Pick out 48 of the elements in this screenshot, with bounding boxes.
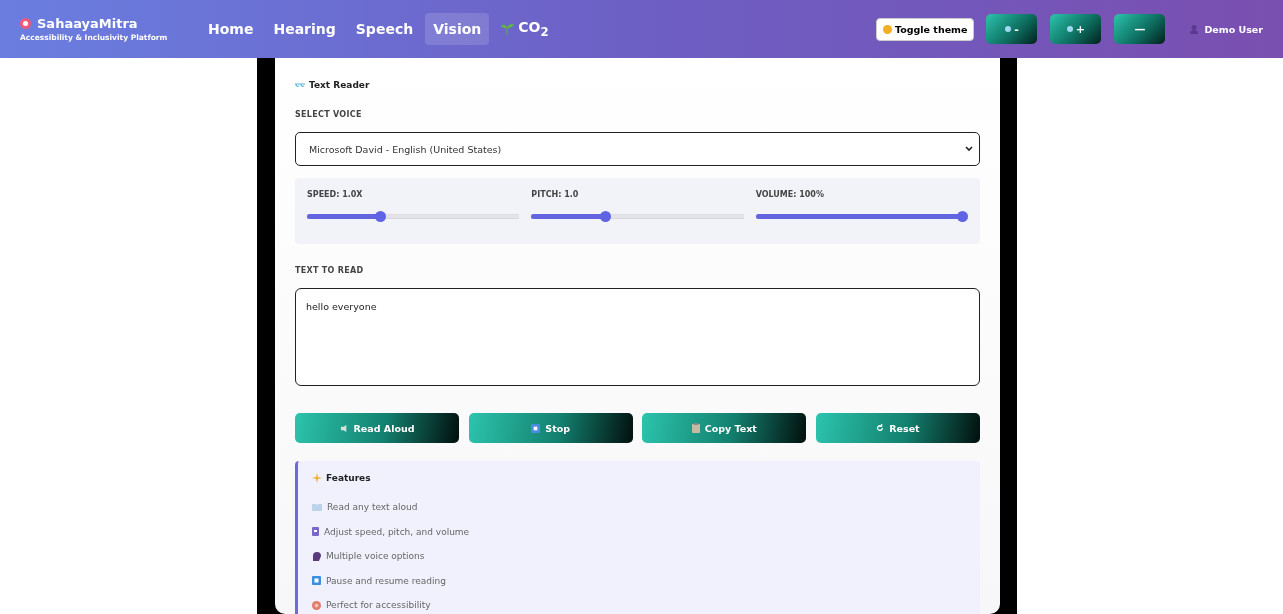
slider-label: VOLUME: 100%	[755, 190, 825, 199]
feature-item: Read any text aloud	[327, 502, 418, 513]
speaker-icon	[339, 423, 349, 433]
slider-thumb[interactable]	[599, 211, 611, 222]
nav-tab[interactable]: Hearing	[265, 13, 344, 45]
nav-tab[interactable]: Home	[200, 13, 262, 45]
slider-label: SPEED: 1.0X	[307, 190, 364, 199]
user-menu[interactable]: Demo User	[1190, 23, 1263, 35]
chevron-icon	[965, 146, 973, 152]
field-label: TEXT TO READ	[295, 266, 365, 275]
target-icon	[20, 18, 31, 29]
stop-icon	[531, 423, 541, 433]
action-button[interactable]: Reset	[815, 413, 980, 443]
glasses-icon	[295, 82, 305, 88]
nav-tab[interactable]: CO$_{2}$	[493, 13, 557, 45]
feature-item: Multiple voice options	[326, 551, 425, 562]
action-button[interactable]: Read Aloud	[295, 413, 459, 443]
features-title: Features	[326, 473, 371, 483]
slider-thumb[interactable]	[375, 211, 387, 222]
feature-item: Pause and resume reading	[326, 575, 446, 586]
slider-label: PITCH: 1.0	[531, 190, 580, 199]
feature-item: Perfect for accessibility	[326, 600, 431, 611]
zoom-out-button[interactable]: -	[986, 14, 1038, 44]
action-button[interactable]: Copy Text	[642, 413, 807, 443]
circle-icon	[883, 24, 892, 34]
minimize-button[interactable]: —	[1114, 14, 1166, 44]
nav-tab[interactable]: Vision	[425, 13, 490, 45]
voice-select[interactable]: Microsoft David - English (United States)	[295, 132, 980, 166]
action-button[interactable]: Stop	[468, 413, 633, 443]
feature-item: Adjust speed, pitch, and volume	[324, 526, 470, 537]
slider-thumb[interactable]	[957, 211, 968, 222]
sprout-icon	[501, 22, 515, 36]
nav-tab[interactable]: Speech	[347, 13, 422, 45]
head-icon	[312, 551, 321, 561]
slider-icon	[312, 527, 319, 537]
toggle-theme-button[interactable]: Toggle theme	[876, 17, 975, 41]
text-input[interactable]: hello everyone	[295, 288, 980, 386]
card-title: Text Reader	[309, 80, 370, 90]
target-icon	[312, 600, 321, 610]
sparkle-icon	[312, 473, 322, 483]
pause-icon	[312, 576, 321, 586]
field-label: SELECT VOICE	[295, 110, 363, 119]
brand-name[interactable]: SahaayaMitra	[37, 16, 138, 31]
clipboard-icon	[691, 423, 700, 433]
slider-track[interactable]	[755, 211, 968, 222]
zoom-in-button[interactable]: +	[1050, 14, 1102, 44]
user-icon	[1190, 24, 1199, 34]
reset-icon	[876, 424, 885, 432]
